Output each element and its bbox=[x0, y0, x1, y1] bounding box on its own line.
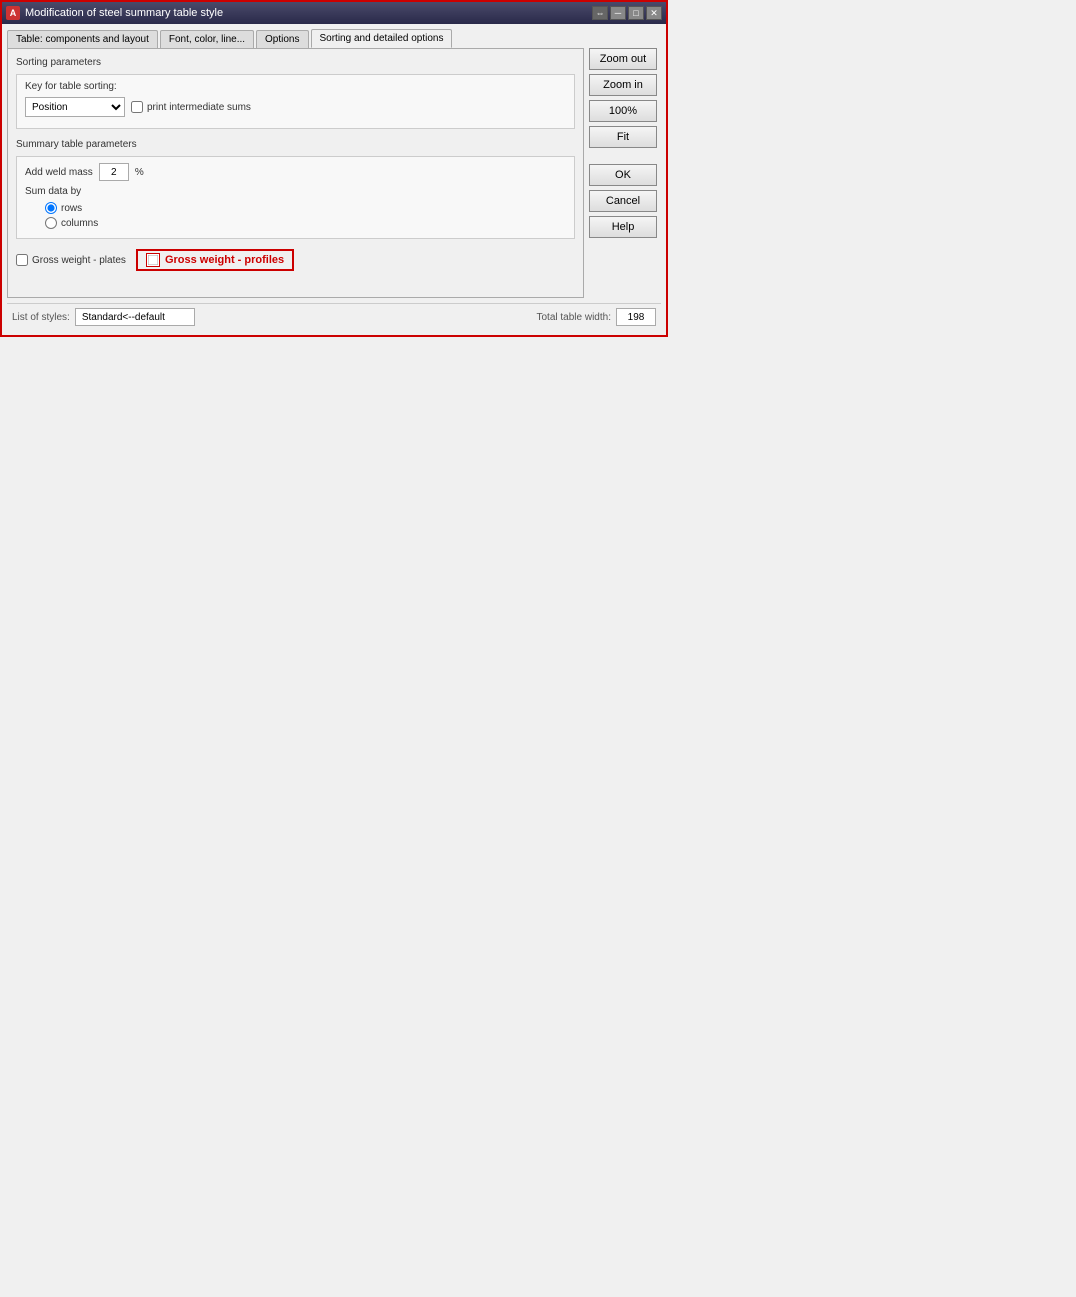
summary-section: Summary table parameters Add weld mass %… bbox=[16, 139, 575, 239]
columns-radio[interactable] bbox=[45, 217, 57, 229]
total-width-label: Total table width: bbox=[537, 312, 612, 323]
gross-weight-plates-label: Gross weight - plates bbox=[32, 255, 126, 266]
tab-components[interactable]: Table: components and layout bbox=[7, 30, 158, 48]
print-intermediate-sums-checkbox[interactable] bbox=[131, 101, 143, 113]
status-right: Total table width: bbox=[537, 308, 657, 326]
status-bar: List of styles: Standard<--default Total… bbox=[7, 303, 661, 330]
radio-group: rows columns bbox=[45, 202, 566, 229]
fit-button[interactable]: Fit bbox=[589, 126, 657, 148]
window-title: Modification of steel summary table styl… bbox=[25, 7, 223, 19]
title-bar: A Modification of steel summary table st… bbox=[2, 2, 666, 24]
rows-label: rows bbox=[61, 203, 82, 214]
gross-weight-plates-checkbox[interactable] bbox=[16, 254, 28, 266]
sorting-section-label: Sorting parameters bbox=[16, 57, 575, 68]
status-left: List of styles: Standard<--default bbox=[12, 308, 195, 326]
columns-radio-row: columns bbox=[45, 217, 566, 229]
tab-sorting[interactable]: Sorting and detailed options bbox=[311, 29, 453, 48]
zoom-in-button[interactable]: Zoom in bbox=[589, 74, 657, 96]
add-weld-mass-label: Add weld mass bbox=[25, 167, 93, 178]
total-width-input[interactable] bbox=[616, 308, 656, 326]
columns-label: columns bbox=[61, 218, 98, 229]
key-row: Key for table sorting: bbox=[25, 81, 566, 92]
sorting-section: Sorting parameters Key for table sorting… bbox=[16, 57, 575, 129]
key-dropdown[interactable]: Position Profile Grade bbox=[25, 97, 125, 117]
window-body: Table: components and layout Font, color… bbox=[2, 24, 666, 335]
summary-section-label: Summary table parameters bbox=[16, 139, 575, 150]
print-sums-row: print intermediate sums bbox=[131, 101, 251, 113]
minimize-button[interactable]: ─ bbox=[610, 6, 626, 20]
gross-weight-profiles-container[interactable]: Gross weight - profiles bbox=[136, 249, 294, 271]
hundred-percent-button[interactable]: 100% bbox=[589, 100, 657, 122]
print-sums-label: print intermediate sums bbox=[147, 102, 251, 113]
main-window: A Modification of steel summary table st… bbox=[0, 0, 668, 337]
tab-font[interactable]: Font, color, line... bbox=[160, 30, 254, 48]
cancel-button[interactable]: Cancel bbox=[589, 190, 657, 212]
add-weld-mass-input[interactable] bbox=[99, 163, 129, 181]
key-select-row: Position Profile Grade print intermediat… bbox=[25, 97, 566, 117]
sorting-section-inner: Key for table sorting: Position Profile … bbox=[16, 74, 575, 129]
left-panel: Sorting parameters Key for table sorting… bbox=[7, 48, 584, 298]
tab-bar: Table: components and layout Font, color… bbox=[7, 29, 661, 48]
title-buttons: ⇔ ─ □ ✕ bbox=[592, 6, 662, 20]
weld-mass-row: Add weld mass % bbox=[25, 163, 566, 181]
right-panel: Zoom out Zoom in 100% Fit OK Cancel Help bbox=[589, 48, 661, 298]
gross-plates-row: Gross weight - plates bbox=[16, 254, 126, 266]
key-label: Key for table sorting: bbox=[25, 81, 117, 92]
list-of-styles-value: Standard<--default bbox=[75, 308, 195, 326]
summary-section-inner: Add weld mass % Sum data by rows bbox=[16, 156, 575, 239]
transfer-button[interactable]: ⇔ bbox=[592, 6, 608, 20]
ok-button[interactable]: OK bbox=[589, 164, 657, 186]
rows-radio[interactable] bbox=[45, 202, 57, 214]
help-button[interactable]: Help bbox=[589, 216, 657, 238]
percent-label: % bbox=[135, 167, 144, 178]
gross-weight-profiles-checkbox-icon bbox=[146, 253, 160, 267]
tab-options[interactable]: Options bbox=[256, 30, 308, 48]
zoom-out-button[interactable]: Zoom out bbox=[589, 48, 657, 70]
main-content: Sorting parameters Key for table sorting… bbox=[7, 48, 661, 298]
list-of-styles-label: List of styles: bbox=[12, 312, 70, 323]
close-button[interactable]: ✕ bbox=[646, 6, 662, 20]
sum-data-label: Sum data by bbox=[25, 186, 81, 197]
restore-button[interactable]: □ bbox=[628, 6, 644, 20]
gross-weight-profiles-label: Gross weight - profiles bbox=[165, 254, 284, 266]
bottom-checkboxes-row: Gross weight - plates Gross weight - pro… bbox=[16, 249, 575, 271]
rows-radio-row: rows bbox=[45, 202, 566, 214]
sum-data-row: Sum data by bbox=[25, 186, 566, 197]
app-icon: A bbox=[6, 6, 20, 20]
title-bar-left: A Modification of steel summary table st… bbox=[6, 6, 223, 20]
